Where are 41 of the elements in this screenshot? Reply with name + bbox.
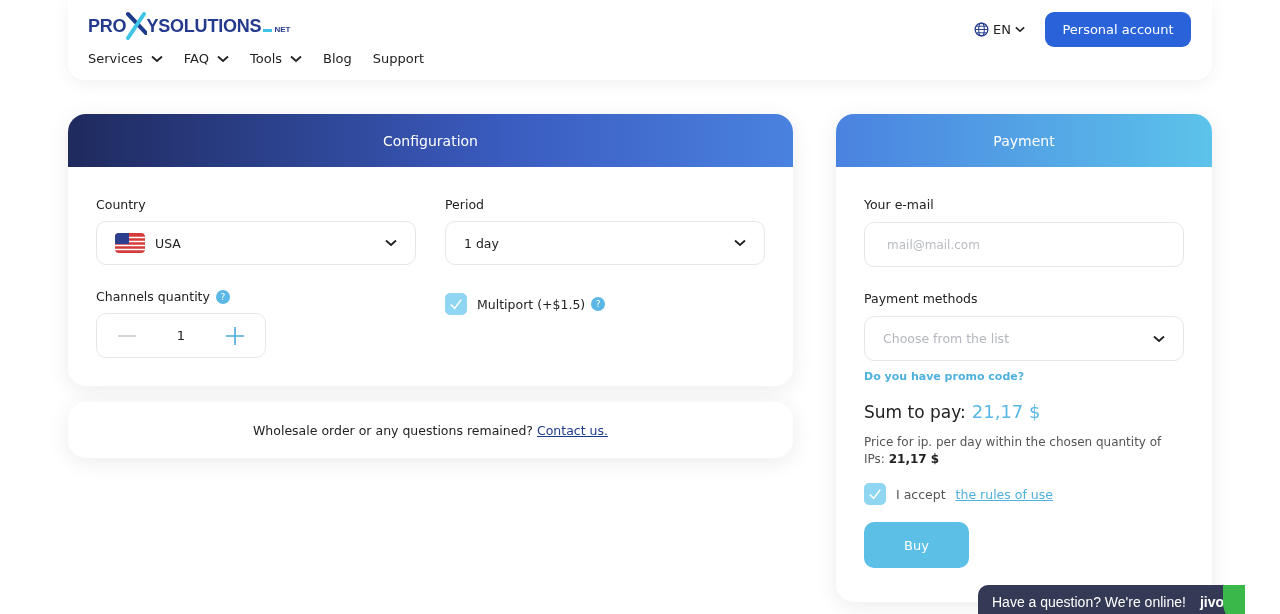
chat-widget[interactable]: Have a question? We're online! jivo [978,585,1245,614]
flag-icon [115,233,145,253]
email-input[interactable]: mail@mail.com [864,222,1184,267]
card-title: Payment [993,132,1055,149]
chevron-down-icon [150,54,163,63]
field-label: Payment methods [864,291,978,306]
field-label: Period [445,197,485,212]
checkbox[interactable] [864,483,886,505]
plus-icon[interactable] [225,325,245,346]
nav-link[interactable]: Services [88,51,163,66]
field-label: Country [96,197,147,212]
field-label: Channels quantity [96,289,210,304]
check-icon [449,297,463,311]
period-dropdown[interactable]: 1 day [445,221,765,265]
chevron-down-icon [734,239,746,247]
price-note: Price for ip. per day within the chosen quantity of IPs: 21,17 $ [864,434,1163,468]
quantity-value: 1 [176,328,186,343]
checkbox-label: I accept [896,486,946,502]
nav-link[interactable]: Tools [250,51,303,66]
check-icon [868,487,882,501]
chevron-down-icon [217,54,229,63]
contact-link[interactable]: Contact us. [536,422,608,438]
wholesale-text: Wholesale order or any questions remained? [253,422,533,438]
checkbox-label: Multiport (+$1.5) [477,296,586,312]
chevron-down-icon [290,54,303,63]
nav-link[interactable]: Blog [323,51,352,66]
country-dropdown[interactable]: USA [96,221,416,265]
field-label: Your e-mail [864,197,934,212]
chevron-down-icon [385,239,397,247]
globe-icon [974,22,990,37]
chevron-down-icon [1015,26,1025,33]
personal-account-button[interactable]: Personal account [1045,12,1191,47]
chevron-down-icon [1153,334,1165,343]
nav-link[interactable]: FAQ [183,51,229,66]
sum-label: Sum to pay: [864,402,966,422]
card-title: Configuration [383,132,478,149]
logo[interactable]: PRO YSOLUTIONS NET [88,12,425,40]
checkbox[interactable] [445,293,467,315]
nav-link[interactable]: Support [372,51,425,66]
sum-value: 21,17 $ [971,401,1041,422]
language-selector[interactable]: EN [974,22,1025,37]
